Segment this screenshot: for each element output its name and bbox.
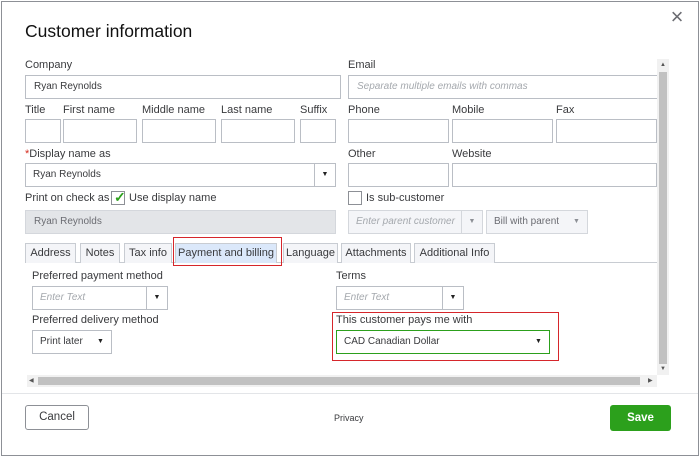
print-on-check-input[interactable]: Ryan Reynolds [25,210,336,234]
tab-attachments[interactable]: Attachments [341,243,411,263]
chevron-down-icon: ▼ [97,338,104,345]
tab-tax-info[interactable]: Tax info [124,243,172,263]
sub-customer-label: Is sub-customer [366,192,445,204]
print-on-check-label: Print on check as [25,192,110,204]
email-input[interactable]: Separate multiple emails with commas [348,75,658,99]
fax-label: Fax [556,104,575,116]
suffix-input[interactable] [300,119,336,143]
close-icon[interactable]: × [667,6,687,28]
scroll-left-icon[interactable]: ◀ [29,377,34,385]
other-label: Other [348,148,376,160]
parent-customer-placeholder: Enter parent customer [356,216,455,227]
vertical-scroll-thumb[interactable] [659,72,667,364]
scroll-up-icon[interactable]: ▲ [660,61,666,69]
website-input[interactable] [452,163,657,187]
terms-placeholder: Enter Text [344,292,390,303]
company-input[interactable]: Ryan Reynolds [25,75,341,99]
chevron-down-icon: ▼ [573,218,580,225]
currency-value: CAD Canadian Dollar [344,336,440,347]
title-input[interactable] [25,119,61,143]
website-label: Website [452,148,492,160]
suffix-label: Suffix [300,104,328,116]
display-name-select[interactable]: Ryan Reynolds ▼ [25,163,336,187]
display-name-label-group: *Display name as [25,148,111,161]
bill-with-parent-value: Bill with parent [494,216,560,227]
footer-divider [2,393,698,394]
preferred-payment-method-placeholder: Enter Text [40,292,86,303]
horizontal-scrollbar[interactable]: ◀ ▶ [27,375,657,387]
phone-label: Phone [348,104,380,116]
chevron-down-icon: ▼ [314,164,335,186]
preferred-payment-method-label: Preferred payment method [32,270,163,282]
parent-customer-select[interactable]: Enter parent customer ▼ [348,210,483,234]
chevron-down-icon: ▼ [461,211,482,233]
dialog-title: Customer information [25,21,193,41]
use-display-name-label: Use display name [129,192,217,204]
bill-with-parent-select[interactable]: Bill with parent ▼ [486,210,588,234]
display-name-value: Ryan Reynolds [33,169,101,180]
checkmark-icon: ✓ [114,189,126,205]
tab-notes[interactable]: Notes [80,243,120,263]
last-name-label: Last name [221,104,273,116]
chevron-down-icon: ▼ [146,287,167,309]
last-name-input[interactable] [221,119,295,143]
display-name-label: Display name as [29,148,111,160]
tab-address[interactable]: Address [25,243,76,263]
preferred-delivery-method-label: Preferred delivery method [32,314,159,326]
terms-select[interactable]: Enter Text ▼ [336,286,464,310]
tab-additional-info[interactable]: Additional Info [414,243,495,263]
tab-language[interactable]: Language [283,243,338,263]
use-display-name-checkbox[interactable]: ✓ [111,189,126,205]
tab-highlight-box [173,237,282,266]
preferred-payment-method-select[interactable]: Enter Text ▼ [32,286,168,310]
horizontal-scroll-thumb[interactable] [38,377,640,385]
chevron-down-icon: ▼ [535,338,542,345]
preferred-delivery-method-value: Print later [40,336,83,347]
terms-label: Terms [336,270,366,282]
mobile-input[interactable] [452,119,553,143]
sub-customer-checkbox[interactable] [348,191,362,205]
currency-label: This customer pays me with [336,314,473,326]
company-label: Company [25,59,73,71]
other-input[interactable] [348,163,449,187]
preferred-delivery-method-select[interactable]: Print later ▼ [32,330,112,354]
phone-input[interactable] [348,119,449,143]
first-name-input[interactable] [63,119,137,143]
title-label: Title [25,104,46,116]
mobile-label: Mobile [452,104,485,116]
middle-name-label: Middle name [142,104,205,116]
first-name-label: First name [63,104,115,116]
vertical-scrollbar[interactable]: ▲ ▼ [657,59,669,375]
cancel-button[interactable]: Cancel [25,405,89,430]
currency-select[interactable]: CAD Canadian Dollar ▼ [336,330,550,354]
middle-name-input[interactable] [142,119,216,143]
fax-input[interactable] [556,119,657,143]
save-button[interactable]: Save [610,405,671,431]
chevron-down-icon: ▼ [442,287,463,309]
scroll-down-icon[interactable]: ▼ [660,365,666,373]
privacy-link[interactable]: Privacy [334,413,364,423]
scroll-right-icon[interactable]: ▶ [648,377,653,385]
email-label: Email [348,59,376,71]
